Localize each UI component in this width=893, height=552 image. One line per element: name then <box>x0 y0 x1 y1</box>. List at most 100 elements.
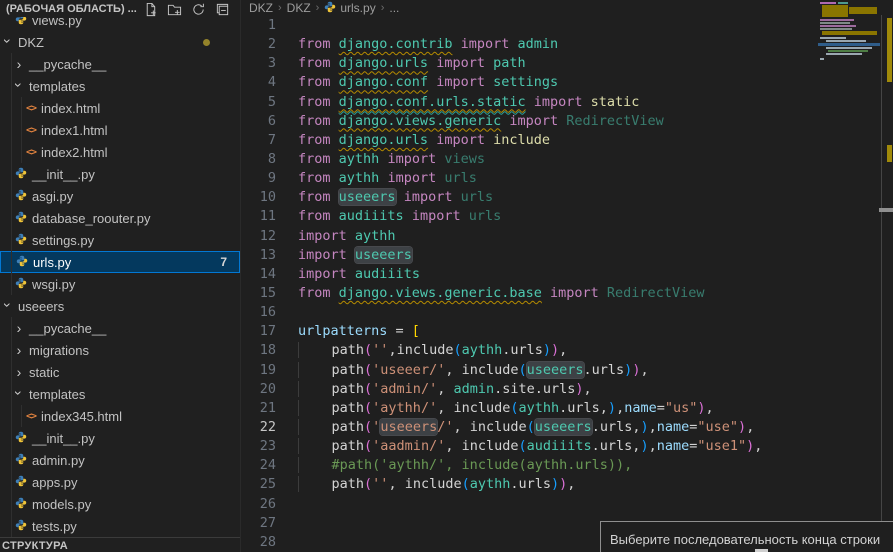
tree-item-templates[interactable]: ›templates <box>0 75 240 97</box>
modified-dot <box>203 39 210 46</box>
line-number: 24 <box>241 456 276 475</box>
tree-item-asgi.py[interactable]: asgi.py <box>0 185 240 207</box>
code-line-6[interactable]: 6from django.views.generic import Redire… <box>241 112 893 131</box>
tree-item-__init__.py[interactable]: __init__.py <box>0 163 240 185</box>
collapse-all-icon[interactable] <box>215 2 230 17</box>
python-file-icon <box>15 431 27 446</box>
code-line-20[interactable]: 20 path('admin/', admin.site.urls), <box>241 380 893 399</box>
chevron-down-icon: › <box>3 36 13 46</box>
tree-item-settings.py[interactable]: settings.py <box>0 229 240 251</box>
code-line-16[interactable]: 16 <box>241 303 893 322</box>
tree-item-index1.html[interactable]: <>index1.html <box>0 119 240 141</box>
tree-item-database_roouter.py[interactable]: database_roouter.py <box>0 207 240 229</box>
statusbar-tooltip: Выберите последовательность конца строки <box>600 521 893 552</box>
breadcrumb-item[interactable]: urls.py <box>340 1 375 15</box>
refresh-icon[interactable] <box>191 2 206 17</box>
code-line-15[interactable]: 15from django.views.generic.base import … <box>241 284 893 303</box>
python-file-icon <box>15 519 27 534</box>
code-line-24[interactable]: 24 #path('aythh/', include(aythh.urls)), <box>241 456 893 475</box>
code-line-2[interactable]: 2from django.contrib import admin <box>241 35 893 54</box>
html-file-icon: <> <box>26 411 36 422</box>
code-line-25[interactable]: 25 path('', include(aythh.urls)), <box>241 475 893 494</box>
code-line-3[interactable]: 3from django.urls import path <box>241 54 893 73</box>
chevron-right-icon: › <box>14 345 24 355</box>
code-line-1[interactable]: 1 <box>241 16 893 35</box>
tree-item-static[interactable]: ›static <box>0 361 240 383</box>
tree-item-migrations[interactable]: ›migrations <box>0 339 240 361</box>
python-file-icon <box>15 453 27 468</box>
tree-item-wsgi.py[interactable]: wsgi.py <box>0 273 240 295</box>
code-line-5[interactable]: 5from django.conf.urls.static import sta… <box>241 93 893 112</box>
tree-item-tests.py[interactable]: tests.py <box>0 515 240 537</box>
line-number: 21 <box>241 399 276 418</box>
line-number: 27 <box>241 514 276 533</box>
html-file-icon: <> <box>26 103 36 114</box>
line-number: 10 <box>241 188 276 207</box>
tree-item-templates[interactable]: ›templates <box>0 383 240 405</box>
breadcrumb-item[interactable]: DKZ <box>249 1 273 15</box>
workspace-title: (РАБОЧАЯ ОБЛАСТЬ) ... <box>6 3 137 15</box>
scrollbar-border <box>881 15 882 552</box>
code-line-10[interactable]: 10from useeers import urls <box>241 188 893 207</box>
code-line-8[interactable]: 8from aythh import views <box>241 150 893 169</box>
python-file-icon <box>15 497 27 512</box>
code-line-11[interactable]: 11from audiiits import urls <box>241 207 893 226</box>
code-line-22[interactable]: 22 path('useeers/', include(useeers.urls… <box>241 418 893 437</box>
code-area[interactable]: 12from django.contrib import admin3from … <box>241 16 893 552</box>
python-file-icon <box>15 277 27 292</box>
code-line-18[interactable]: 18 path('',include(aythh.urls)), <box>241 341 893 360</box>
line-number: 25 <box>241 475 276 494</box>
chevron-right-icon: › <box>14 59 24 69</box>
tree-item-index.html[interactable]: <>index.html <box>0 97 240 119</box>
line-number: 14 <box>241 265 276 284</box>
tree-item-urls.py[interactable]: urls.py7 <box>0 251 240 273</box>
code-line-26[interactable]: 26 <box>241 495 893 514</box>
new-folder-icon[interactable] <box>167 2 182 17</box>
modified-count-badge: 7 <box>220 255 227 269</box>
line-number: 23 <box>241 437 276 456</box>
line-number: 20 <box>241 380 276 399</box>
tree-item-__pycache__[interactable]: ›__pycache__ <box>0 53 240 75</box>
code-line-4[interactable]: 4from django.conf import settings <box>241 73 893 92</box>
breadcrumb-item[interactable]: DKZ <box>287 1 311 15</box>
code-line-19[interactable]: 19 path('useeer/', include(useeers.urls)… <box>241 361 893 380</box>
code-line-9[interactable]: 9from aythh import urls <box>241 169 893 188</box>
line-number: 2 <box>241 35 276 54</box>
chevron-right-icon: › <box>14 323 24 333</box>
outline-section-header[interactable]: СТРУКТУРА <box>0 537 240 552</box>
new-file-icon[interactable] <box>143 2 158 17</box>
breadcrumb-separator: › <box>381 2 385 14</box>
chevron-down-icon: › <box>14 80 24 90</box>
file-tree: views.py›DKZ›__pycache__›templates<>inde… <box>0 9 240 537</box>
chevron-down-icon: › <box>3 300 13 310</box>
tree-item-models.py[interactable]: models.py <box>0 493 240 515</box>
line-number: 28 <box>241 533 276 552</box>
code-line-17[interactable]: 17urlpatterns = [ <box>241 322 893 341</box>
line-number: 16 <box>241 303 276 322</box>
tree-item-__init__.py[interactable]: __init__.py <box>0 427 240 449</box>
vscode-window: views.py›DKZ›__pycache__›templates<>inde… <box>0 0 893 552</box>
code-line-14[interactable]: 14import audiiits <box>241 265 893 284</box>
line-number: 3 <box>241 54 276 73</box>
code-line-13[interactable]: 13import useeers <box>241 246 893 265</box>
warning-mark <box>887 145 892 162</box>
tree-item-index345.html[interactable]: <>index345.html <box>0 405 240 427</box>
tree-item-admin.py[interactable]: admin.py <box>0 449 240 471</box>
code-line-7[interactable]: 7from django.urls import include <box>241 131 893 150</box>
tree-item-DKZ[interactable]: ›DKZ <box>0 31 240 53</box>
outline-section-label: СТРУКТУРА <box>2 540 68 552</box>
code-line-23[interactable]: 23 path('aadmin/', include(audiiits.urls… <box>241 437 893 456</box>
code-line-12[interactable]: 12import aythh <box>241 227 893 246</box>
breadcrumb-item[interactable]: ... <box>389 1 399 15</box>
line-number: 12 <box>241 227 276 246</box>
tree-item-__pycache__[interactable]: ›__pycache__ <box>0 317 240 339</box>
explorer-section-header[interactable]: (РАБОЧАЯ ОБЛАСТЬ) ... <box>0 0 240 17</box>
tree-item-index2.html[interactable]: <>index2.html <box>0 141 240 163</box>
line-number: 9 <box>241 169 276 188</box>
tree-item-useeers[interactable]: ›useeers <box>0 295 240 317</box>
code-line-21[interactable]: 21 path('aythh/', include(aythh.urls,),n… <box>241 399 893 418</box>
tree-item-apps.py[interactable]: apps.py <box>0 471 240 493</box>
warning-marks <box>887 18 892 82</box>
python-file-icon <box>15 167 27 182</box>
line-number: 5 <box>241 93 276 112</box>
